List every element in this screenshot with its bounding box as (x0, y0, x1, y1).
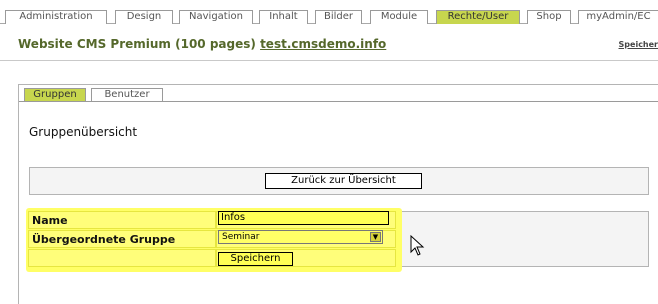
tab-gruppen[interactable]: Gruppen (24, 88, 86, 102)
back-to-overview-button[interactable]: Zurück zur Übersicht (265, 173, 422, 189)
parent-group-value: Seminar (222, 232, 260, 242)
tab-benutzer[interactable]: Benutzer (91, 88, 163, 102)
menu-tab-module[interactable]: Module (370, 10, 428, 24)
menu-tab-shop[interactable]: Shop (527, 10, 571, 24)
menu-tab-navigation[interactable]: Navigation (179, 10, 253, 24)
menu-tab-administration[interactable]: Administration (5, 10, 107, 24)
sub-tabs: Gruppen Benutzer (19, 85, 658, 102)
menu-tab-bilder[interactable]: Bilder (315, 10, 362, 24)
name-input[interactable]: Infos (218, 211, 389, 225)
site-title: Website CMS Premium (100 pages) test.cms… (18, 37, 386, 51)
save-link[interactable]: Speicher (619, 40, 658, 49)
site-domain-link[interactable]: test.cmsdemo.info (260, 37, 386, 51)
save-button[interactable]: Speichern (218, 252, 293, 266)
menu-tab-myadmin[interactable]: myAdmin/EC (578, 10, 658, 24)
site-header: Website CMS Premium (100 pages) test.cms… (0, 25, 658, 61)
main-menu: Administration Design Navigation Inhalt … (0, 0, 658, 24)
empty-label-cell (28, 249, 216, 267)
chevron-down-icon[interactable]: ▼ (370, 232, 381, 242)
page-title: Gruppenübersicht (29, 125, 138, 139)
group-form: Name Infos Übergeordnete Gruppe Seminar … (26, 208, 649, 272)
menu-tab-rechte-user[interactable]: Rechte/User (436, 10, 520, 24)
menu-tab-design[interactable]: Design (115, 10, 173, 24)
parent-group-select[interactable]: Seminar ▼ (218, 230, 383, 244)
mouse-pointer-icon (410, 235, 425, 256)
parent-group-label: Übergeordnete Gruppe (32, 233, 176, 246)
site-title-prefix: Website CMS Premium (100 pages) (18, 37, 256, 51)
back-row: Zurück zur Übersicht (29, 167, 649, 195)
form-highlight: Name Infos Übergeordnete Gruppe Seminar … (26, 208, 402, 272)
name-label: Name (32, 214, 68, 227)
header-divider (0, 60, 658, 61)
tab-divider (19, 101, 658, 102)
content-panel: Gruppen Benutzer Gruppenübersicht Zurück… (18, 84, 658, 304)
menu-tab-inhalt[interactable]: Inhalt (259, 10, 308, 24)
